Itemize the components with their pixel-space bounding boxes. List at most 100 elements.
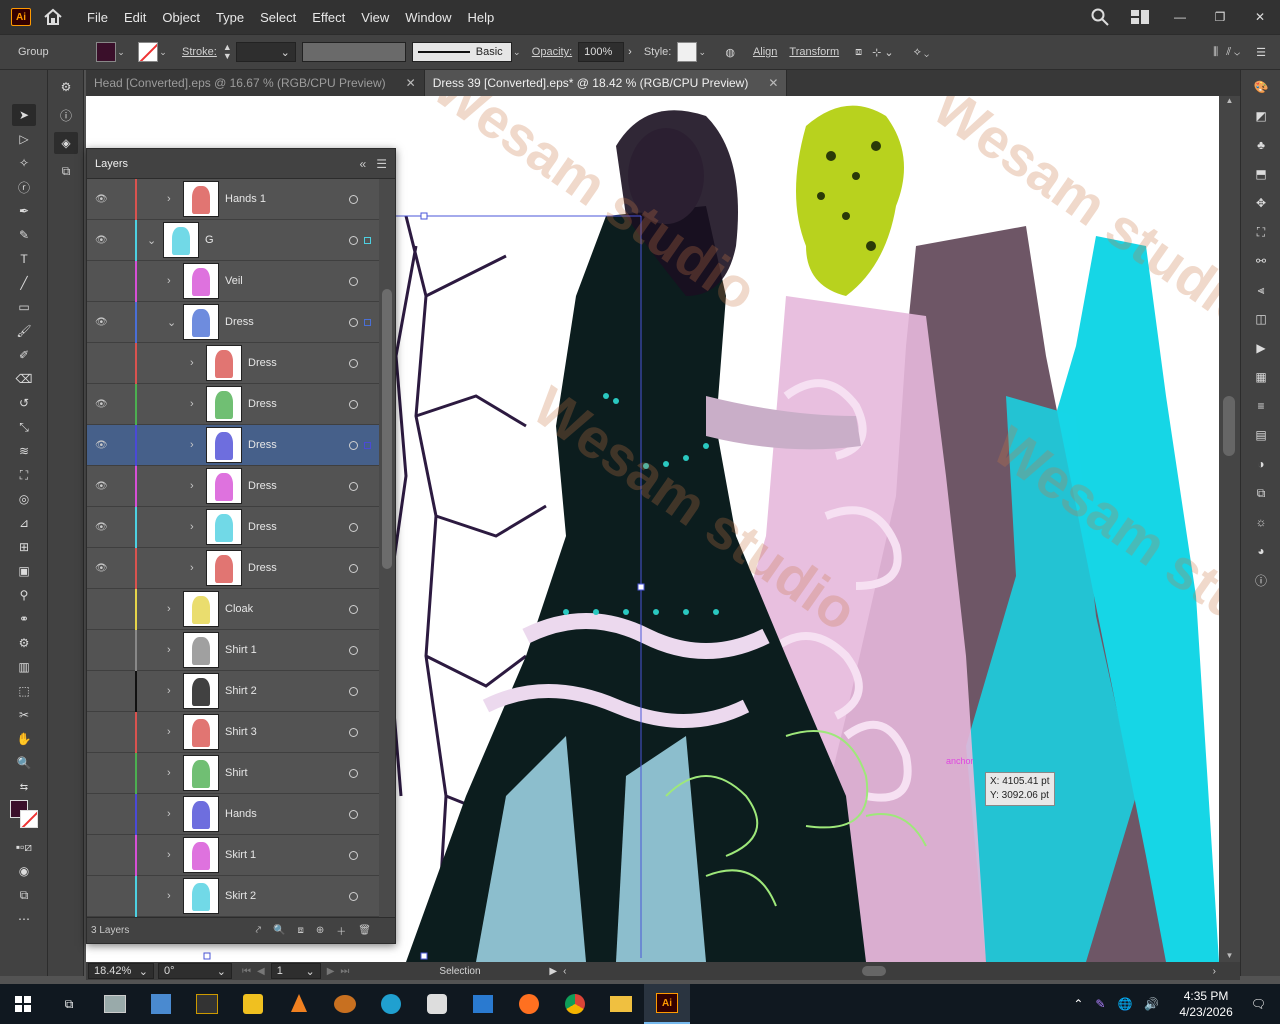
scroll-thumb[interactable] — [1223, 396, 1235, 456]
collapse-chevron-icon[interactable]: ⌄ — [167, 316, 176, 329]
brush-dropdown-icon[interactable]: ⌄ — [512, 47, 522, 58]
expand-chevron-icon[interactable]: › — [167, 275, 171, 287]
target-circle-icon[interactable] — [349, 276, 358, 286]
width-tool-icon[interactable]: ≋ — [12, 440, 36, 462]
opacity-label[interactable]: Opacity: — [532, 46, 572, 58]
graphic-style-swatch[interactable] — [677, 42, 698, 62]
document-info-icon[interactable]: ⓘ — [1249, 568, 1273, 592]
layer-row[interactable]: 👁 › Dress — [87, 548, 395, 589]
edit-contents-icon[interactable]: ⊹ ⌄ — [872, 46, 894, 59]
taskbar-app-film-icon[interactable] — [368, 984, 414, 1024]
stroke-label[interactable]: Stroke: — [182, 46, 217, 58]
horizontal-scrollbar[interactable] — [572, 966, 1206, 976]
menu-edit[interactable]: Edit — [116, 10, 154, 25]
layer-row[interactable]: 👁 › Dress — [87, 507, 395, 548]
taskbar-clock[interactable]: 4:35 PM 4/23/2026 — [1179, 988, 1232, 1020]
layer-row[interactable]: 👁 › Hands 1 — [87, 179, 395, 220]
target-circle-icon[interactable] — [349, 768, 358, 778]
links-panel-icon[interactable]: ⚯ — [1249, 249, 1273, 273]
layer-name[interactable]: Shirt 2 — [225, 685, 257, 697]
recolor-artwork-icon[interactable]: ◍ — [725, 46, 735, 59]
layers-scrollbar[interactable] — [379, 179, 395, 919]
menu-select[interactable]: Select — [252, 10, 304, 25]
next-artboard-icon[interactable]: ▶ — [327, 966, 335, 977]
workspace-switcher-icon[interactable] — [1126, 7, 1154, 27]
taskbar-app-photos-icon[interactable] — [92, 984, 138, 1024]
target-circle-icon[interactable] — [349, 891, 358, 901]
layer-row[interactable]: 👁 › Dress — [87, 384, 395, 425]
transform-link[interactable]: Transform — [789, 46, 839, 58]
taskbar-app-store-icon[interactable] — [460, 984, 506, 1024]
paintbrush-tool-icon[interactable]: 🖌 — [12, 320, 36, 342]
home-icon[interactable] — [43, 7, 63, 27]
scale-tool-icon[interactable]: ⤡ — [12, 416, 36, 438]
layer-row[interactable]: › Dress — [87, 343, 395, 384]
menu-type[interactable]: Type — [208, 10, 252, 25]
layer-row[interactable]: 👁 ⌄ Dress — [87, 302, 395, 343]
target-circle-icon[interactable] — [349, 522, 358, 532]
magic-wand-tool-icon[interactable]: ✧ — [12, 152, 36, 174]
visibility-eye-icon[interactable] — [95, 686, 107, 696]
layer-name[interactable]: Dress — [248, 357, 277, 369]
fill-swatch[interactable] — [96, 42, 116, 62]
layer-name[interactable]: Dress — [248, 439, 277, 451]
layer-row[interactable]: › Shirt 2 — [87, 671, 395, 712]
menu-file[interactable]: File — [79, 10, 116, 25]
first-artboard-icon[interactable]: ⏮ — [242, 966, 251, 977]
make-clipping-mask-icon[interactable]: ⧈ — [298, 925, 304, 936]
search-icon[interactable] — [1086, 7, 1114, 27]
prev-artboard-icon[interactable]: ◀ — [257, 966, 265, 977]
layer-name[interactable]: Hands 1 — [225, 193, 266, 205]
target-circle-icon[interactable] — [349, 850, 358, 860]
expand-chevron-icon[interactable]: › — [190, 521, 194, 533]
stroke-color-swatch[interactable] — [20, 810, 38, 828]
pathfinder-panel-icon[interactable]: ◫ — [1249, 307, 1273, 331]
layer-row[interactable]: › Skirt 1 — [87, 835, 395, 876]
curvature-tool-icon[interactable]: ✎ — [12, 224, 36, 246]
expand-chevron-icon[interactable]: › — [167, 644, 171, 656]
layer-row[interactable]: 👁 › Dress — [87, 425, 395, 466]
target-circle-icon[interactable] — [349, 727, 358, 737]
tray-overflow-icon[interactable]: ⌃ — [1073, 997, 1083, 1011]
mesh-tool-icon[interactable]: ⊞ — [12, 536, 36, 558]
distribute-icon[interactable]: ⫼ — [1213, 46, 1218, 59]
opacity-arrow-icon[interactable]: › — [628, 46, 632, 58]
transform-panel-icon[interactable]: ⛶ — [1249, 220, 1273, 244]
zoom-tool-icon[interactable]: 🔍 — [12, 752, 36, 774]
expand-chevron-icon[interactable]: › — [167, 767, 171, 779]
selection-indicator[interactable] — [364, 318, 371, 326]
expand-chevron-icon[interactable]: › — [190, 439, 194, 451]
brushes-panel-icon[interactable]: ✥ — [1249, 191, 1273, 215]
drawing-modes-icon[interactable]: ◉ — [12, 860, 36, 882]
layer-name[interactable]: Dress — [248, 521, 277, 533]
lasso-tool-icon[interactable]: ⓡ — [12, 176, 36, 198]
graphic-styles-icon[interactable]: ☼ — [1249, 510, 1273, 534]
rotate-tool-icon[interactable]: ↺ — [12, 392, 36, 414]
visibility-eye-icon[interactable] — [95, 891, 107, 901]
blend-tool-icon[interactable]: ⚭ — [12, 608, 36, 630]
direct-selection-tool-icon[interactable]: ▷ — [12, 128, 36, 150]
taskbar-app-explorer-icon[interactable] — [598, 984, 644, 1024]
status-menu-icon[interactable]: ▶ — [549, 966, 557, 977]
layer-name[interactable]: Dress — [225, 316, 254, 328]
hscroll-left-icon[interactable]: ‹ — [563, 966, 566, 977]
eyedropper-tool-icon[interactable]: ⚲ — [12, 584, 36, 606]
layer-name[interactable]: Shirt — [225, 767, 248, 779]
hand-tool-icon[interactable]: ✋ — [12, 728, 36, 750]
layer-name[interactable]: Shirt 1 — [225, 644, 257, 656]
layer-name[interactable]: G — [205, 234, 214, 246]
image-trace-icon[interactable]: ◕ — [1249, 539, 1273, 563]
hscroll-right-icon[interactable]: › — [1213, 966, 1216, 977]
selection-tool-icon[interactable]: ➤ — [12, 104, 36, 126]
layer-name[interactable]: Dress — [248, 562, 277, 574]
transparency-panel-icon[interactable]: ◑ — [1249, 452, 1273, 476]
zoom-field[interactable]: 18.42% ⌄ — [88, 963, 154, 979]
layer-name[interactable]: Dress — [248, 398, 277, 410]
layer-row[interactable]: › Shirt 3 — [87, 712, 395, 753]
layer-name[interactable]: Veil — [225, 275, 243, 287]
stroke-weight-field[interactable]: ⌄ — [235, 42, 296, 62]
scroll-up-icon[interactable]: ▲ — [1219, 96, 1240, 112]
visibility-eye-icon[interactable]: 👁 — [95, 235, 108, 246]
scroll-down-icon[interactable]: ▼ — [1219, 951, 1240, 960]
tray-pen-icon[interactable]: ✎ — [1095, 997, 1105, 1011]
